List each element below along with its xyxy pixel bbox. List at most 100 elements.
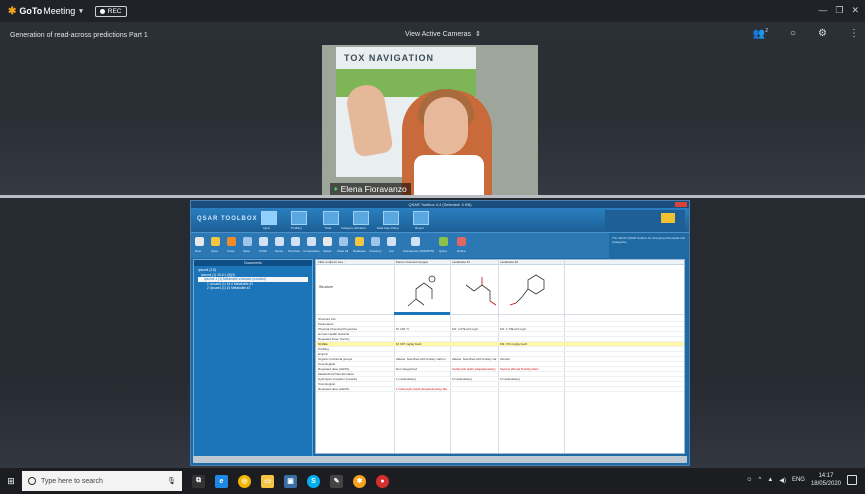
volume-icon[interactable]: ◀) — [779, 477, 786, 484]
windows-start-icon[interactable]: ⊞ — [0, 468, 22, 494]
chrome-icon[interactable]: ◎ — [238, 474, 251, 488]
define-icon[interactable] — [457, 237, 466, 246]
inventory-icon[interactable] — [371, 237, 380, 246]
app-red-icon[interactable]: ● — [376, 474, 389, 488]
row-label: Repeated dose (HESS) — [318, 387, 350, 391]
structure-label: Structure — [288, 249, 301, 253]
data-matrix: Filter endpoint tree... Parent chemical … — [315, 259, 685, 454]
structure-row: Structure — [316, 265, 684, 315]
table-row[interactable]: Toxicological — [316, 382, 684, 387]
tab-category-definition[interactable] — [353, 211, 369, 225]
table-row[interactable]: Empiric — [316, 352, 684, 357]
composition-icon[interactable] — [307, 237, 316, 246]
row-label: Repeated dose (HESS) — [318, 367, 350, 371]
row-label: Structure info — [318, 317, 336, 321]
cell-value: M: 997 mg/kg bw/d — [396, 342, 422, 346]
qsar-main-ribbon: QSAR TOOLBOX Input Profiling Data Catego… — [191, 208, 689, 232]
qsar-close-icon[interactable] — [675, 202, 687, 207]
more-icon[interactable]: ⋮ — [849, 28, 859, 39]
tab-data[interactable] — [323, 211, 339, 225]
list-icon[interactable] — [387, 237, 396, 246]
skype-icon[interactable]: S — [307, 474, 320, 488]
tray-chevron-icon[interactable]: ^ — [759, 477, 762, 483]
taskbar-search-box[interactable]: Type here to search 🎙 — [22, 471, 182, 491]
gotomeeting-taskbar-icon[interactable]: ✱ — [353, 474, 366, 488]
search-icon — [28, 477, 36, 485]
oecd-logo-box — [661, 213, 675, 223]
database-icon[interactable] — [355, 237, 364, 246]
tab-input[interactable] — [261, 211, 277, 225]
structure-icon[interactable] — [291, 237, 300, 246]
language-indicator[interactable]: ENG — [792, 477, 805, 483]
people-icon[interactable]: ☺ — [746, 477, 752, 483]
tab-data-gap-filling[interactable] — [383, 211, 399, 225]
edge-icon[interactable]: e — [215, 474, 228, 488]
gotomeeting-titlebar: ✱ GoTo Meeting ▾ REC — ❐ ✕ — [0, 0, 865, 22]
select-icon[interactable] — [323, 237, 332, 246]
query-icon[interactable] — [439, 237, 448, 246]
table-row[interactable]: Structure info — [316, 317, 684, 322]
matrix-col-header: metabolite #1 — [452, 260, 471, 264]
screen-share-area: QSAR Toolbox 4.4 (Selected: 4 KB) QSAR T… — [0, 198, 865, 468]
network-icon[interactable]: ▲ — [767, 477, 773, 483]
close-label: Close — [227, 249, 235, 253]
gotomeeting-logo[interactable]: ✱ GoTo Meeting ▾ — [8, 6, 83, 17]
rec-button[interactable]: REC — [94, 5, 127, 17]
view-mode-selector[interactable]: View Active Cameras ⇕ — [405, 30, 481, 39]
oecd-logo — [605, 210, 685, 230]
taskbar-clock[interactable]: 14:17 18/05/2020 — [811, 472, 841, 488]
tree-node[interactable]: 2: Ipsum4 (1) 15 Metabolite #2 — [198, 286, 308, 291]
microphone-icon[interactable]: 🎙 — [167, 477, 176, 485]
cas-icon[interactable] — [259, 237, 268, 246]
participants-icon[interactable]: 👥2 — [753, 28, 768, 39]
table-row[interactable]: Repeated dose (HESS) 1 Carboxylic acids (… — [316, 387, 684, 392]
tab-profiling-label: Profiling — [291, 226, 302, 230]
database-label: Database — [353, 249, 366, 253]
notifications-icon[interactable] — [847, 475, 857, 485]
documents-pane: Documents Ipsum4 (2.8) Ipsum4 (1) 15-6-1… — [193, 259, 313, 459]
table-row[interactable]: Organic functional groups Alkane, branche… — [316, 357, 684, 362]
taskbar-apps: ⧉ e ◎ ▭ ▣ S ✎ ✱ ● — [192, 474, 389, 488]
qsar-toolbox-window: QSAR Toolbox 4.4 (Selected: 4 KB) QSAR T… — [190, 200, 690, 466]
table-row[interactable]: Physical Chemical Properties M: 202 °C M1:… — [316, 327, 684, 332]
app-icon[interactable]: ✎ — [330, 474, 343, 488]
filter-endpoint-input[interactable]: Filter endpoint tree... — [318, 260, 346, 264]
name-icon[interactable] — [275, 237, 284, 246]
table-row[interactable]: Profiling — [316, 347, 684, 352]
tab-report[interactable] — [413, 211, 429, 225]
window-controls: — ❐ ✕ — [818, 5, 859, 16]
minimize-icon[interactable]: — — [818, 5, 827, 16]
chat-icon[interactable]: ○ — [790, 28, 796, 39]
new-label: New — [195, 249, 202, 253]
table-row[interactable]: Repeated dose (HESS) Not categorized Carbo… — [316, 367, 684, 372]
maximize-icon[interactable]: ❐ — [835, 5, 843, 16]
table-row[interactable]: Toxicological — [316, 362, 684, 367]
microphone-icon: ♦ — [334, 185, 338, 193]
task-view-icon[interactable]: ⧉ — [192, 474, 205, 488]
save-label: Save — [243, 249, 250, 253]
new-icon[interactable] — [195, 237, 204, 246]
table-row[interactable]: Repeated Dose Toxicity — [316, 337, 684, 342]
close-doc-icon[interactable] — [227, 237, 236, 246]
matrix-col-header: Parent chemical (target) — [396, 260, 429, 264]
store-icon[interactable]: ▣ — [284, 474, 297, 488]
save-icon[interactable] — [243, 237, 252, 246]
query-label: Query — [439, 249, 448, 253]
table-row[interactable]: Human Health Hazards — [316, 332, 684, 337]
clock-date: 18/05/2020 — [810, 481, 841, 487]
table-row[interactable]: NOAEL M: 997 mg/kg bw/d M3: 374 mg/kg bw/d — [316, 342, 684, 347]
close-icon[interactable]: ✕ — [851, 5, 859, 16]
matrix-col-header: metabolite #2 — [500, 260, 519, 264]
windows-taskbar: ⊞ Type here to search 🎙 ⧉ e ◎ ▭ ▣ S ✎ ✱ … — [0, 468, 865, 494]
clear-all-icon[interactable] — [339, 237, 348, 246]
settings-icon[interactable]: ⚙ — [818, 28, 827, 39]
file-explorer-icon[interactable]: ▭ — [261, 474, 274, 488]
qsar-status-strip — [193, 456, 687, 463]
table-row[interactable]: Metabolism/Transformation — [316, 372, 684, 377]
table-row[interactable]: Hydrolysis simulator (neutral) 1 metaboli… — [316, 377, 684, 382]
open-icon[interactable] — [211, 237, 220, 246]
camera-feed[interactable]: TOX NAVIGATION ♦ Elena Fioravanzo — [322, 45, 538, 196]
smarts-icon[interactable] — [411, 237, 420, 246]
tab-profiling[interactable] — [291, 211, 307, 225]
table-row[interactable]: Parameters — [316, 322, 684, 327]
